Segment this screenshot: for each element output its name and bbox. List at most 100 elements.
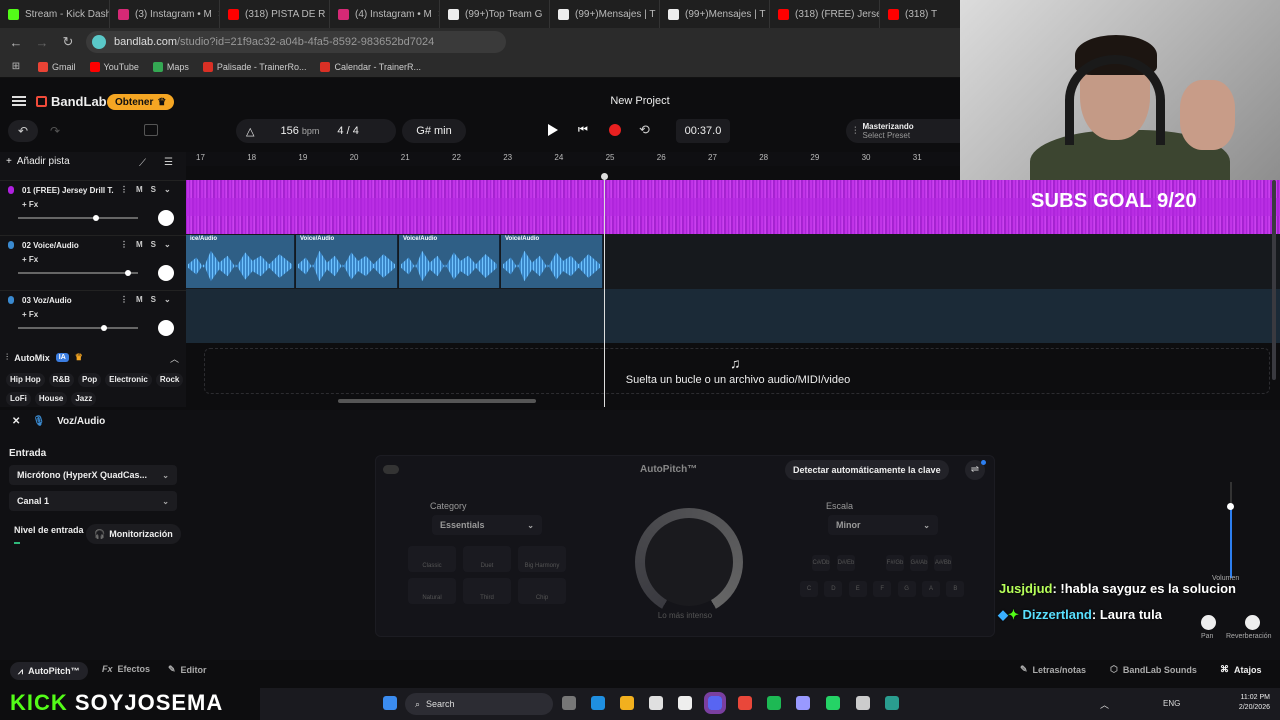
back-icon[interactable]: ← bbox=[8, 35, 24, 50]
browser-tab[interactable]: Stream - Kick Dash× bbox=[0, 0, 110, 28]
key-selector[interactable]: G# min bbox=[402, 119, 466, 143]
tab-lyrics[interactable]: ✎ Letras/notas bbox=[1020, 664, 1086, 675]
genre-chip[interactable]: Electronic bbox=[105, 373, 152, 387]
project-title[interactable]: New Project bbox=[560, 95, 720, 107]
chrome-icon[interactable] bbox=[738, 696, 752, 710]
track-header[interactable]: 02 Voice/Audio + Fx ⋮ M S ⌄ bbox=[0, 235, 186, 290]
genre-chip[interactable]: Hip Hop bbox=[6, 373, 45, 387]
genre-chip[interactable]: Jazz bbox=[71, 392, 97, 406]
browser-tab[interactable]: (99+)Top Team G× bbox=[440, 0, 550, 28]
tempo-signature-box[interactable]: △ 156 bpm 4 / 4 bbox=[236, 119, 396, 143]
mic-select[interactable]: Micrófono (HyperX QuadCas... ⌄ bbox=[9, 465, 177, 485]
key-button[interactable]: D#/Eb bbox=[837, 555, 855, 571]
bookmark-item[interactable]: YouTube bbox=[89, 61, 139, 72]
key-button[interactable]: F#/Gb bbox=[886, 555, 904, 571]
apps-grid-icon[interactable]: ⊞ bbox=[8, 61, 24, 72]
autopitch-style-button[interactable]: Big Harmony bbox=[518, 546, 566, 572]
key-button[interactable]: G#/Ab bbox=[910, 555, 928, 571]
chevron-down-icon[interactable]: ⌄ bbox=[164, 295, 171, 304]
solo-button[interactable]: S bbox=[151, 240, 156, 249]
chevron-down-icon[interactable]: ⌄ bbox=[164, 185, 171, 194]
tiktok-icon[interactable] bbox=[678, 696, 692, 710]
close-icon[interactable]: ✕ bbox=[12, 416, 20, 427]
url-field[interactable]: bandlab.com/studio?id=21f9ac32-a04b-4fa5… bbox=[86, 31, 506, 53]
vertical-scrollbar[interactable] bbox=[1272, 180, 1276, 380]
reverb-knob[interactable] bbox=[1245, 615, 1260, 630]
tab-shortcuts[interactable]: ⌘ Atajos bbox=[1220, 664, 1262, 675]
browser-tab[interactable]: (318) (FREE) Jerse× bbox=[770, 0, 880, 28]
track-name[interactable]: 02 Voice/Audio bbox=[22, 241, 114, 250]
language-indicator[interactable]: ENG bbox=[1163, 699, 1180, 708]
track-pan-knob[interactable] bbox=[158, 210, 174, 226]
track-name[interactable]: 01 (FREE) Jersey Drill T... bbox=[22, 186, 114, 195]
track-volume-thumb[interactable] bbox=[93, 215, 99, 221]
whatsapp-icon[interactable] bbox=[826, 696, 840, 710]
key-button[interactable]: A#/Bb bbox=[934, 555, 952, 571]
solo-button[interactable]: S bbox=[151, 185, 156, 194]
mute-button[interactable]: M bbox=[136, 295, 143, 304]
bookmark-item[interactable]: Maps bbox=[152, 61, 189, 72]
track-volume-thumb[interactable] bbox=[101, 325, 108, 331]
wand-icon[interactable]: ⟋ bbox=[139, 158, 146, 169]
tab-autopitch[interactable]: ⩘ AutoPitch™ bbox=[10, 662, 88, 680]
genre-chip[interactable]: Pop bbox=[78, 373, 102, 387]
add-fx-button[interactable]: + Fx bbox=[22, 200, 38, 209]
tempo-value[interactable]: 156 bbox=[280, 125, 298, 137]
add-track-button[interactable]: + Añadir pista bbox=[6, 156, 70, 167]
redo-button[interactable]: ↷ bbox=[40, 120, 70, 142]
more-options-icon[interactable]: ⋮ bbox=[120, 240, 128, 249]
undo-button[interactable]: ↶ bbox=[8, 120, 38, 142]
scale-select[interactable]: Minor ⌄ bbox=[828, 515, 938, 535]
solo-button[interactable]: S bbox=[151, 295, 156, 304]
chevron-down-icon[interactable]: ⌄ bbox=[164, 240, 171, 249]
menu-icon[interactable] bbox=[12, 96, 26, 106]
tab-editor[interactable]: ✎ Editor bbox=[168, 664, 207, 675]
track-volume-thumb[interactable] bbox=[125, 270, 132, 276]
track-settings-icon[interactable]: ☰ bbox=[164, 157, 173, 168]
volume-slider-thumb[interactable] bbox=[1227, 503, 1234, 510]
store-icon[interactable] bbox=[649, 696, 663, 710]
bookmark-item[interactable]: Palisade - TrainerRo... bbox=[202, 61, 306, 72]
more-options-icon[interactable]: ⋮ bbox=[120, 185, 128, 194]
autopitch-style-button[interactable]: Chip bbox=[518, 578, 566, 604]
key-button[interactable]: A bbox=[922, 581, 940, 597]
collapse-automix-icon[interactable]: ︿ bbox=[170, 352, 179, 365]
key-button[interactable]: E bbox=[848, 581, 867, 597]
track-header[interactable]: 03 Voz/Audio + Fx ⋮ M S ⌄ bbox=[0, 290, 186, 345]
time-signature-numerator[interactable]: 4 bbox=[337, 125, 343, 137]
genre-chip[interactable]: Rock bbox=[155, 373, 184, 387]
automix-header[interactable]: ⫶ AutoMix IA ♛ bbox=[6, 352, 83, 363]
timeline-ruler[interactable]: 17 18 19 20 21 22 23 24 25 26 27 28 29 30 31 bbox=[186, 152, 960, 166]
browser-tab[interactable]: (318) T× bbox=[880, 0, 960, 28]
more-options-icon[interactable]: ⋮ bbox=[120, 295, 128, 304]
detect-key-button[interactable]: Detectar automáticamente la clave bbox=[785, 460, 949, 480]
category-select[interactable]: Essentials ⌄ bbox=[432, 515, 542, 535]
windows-start-icon[interactable] bbox=[383, 696, 397, 710]
tab-effects[interactable]: Fx Efectos bbox=[102, 664, 150, 674]
system-clock[interactable]: 11:02 PM 2/20/2026 bbox=[1226, 693, 1270, 713]
piano-icon[interactable] bbox=[144, 124, 158, 136]
key-button[interactable]: G bbox=[897, 581, 916, 597]
site-info-icon[interactable] bbox=[92, 35, 106, 49]
track-volume-slider[interactable] bbox=[18, 325, 138, 331]
bandlab-logo[interactable]: BandLab bbox=[36, 94, 107, 109]
intensity-dial-center[interactable] bbox=[645, 518, 733, 606]
key-button[interactable]: B bbox=[946, 581, 965, 597]
edge-icon[interactable] bbox=[591, 696, 605, 710]
key-button[interactable]: C#/Db bbox=[812, 555, 830, 571]
spotify-icon[interactable] bbox=[767, 696, 781, 710]
play-icon[interactable] bbox=[548, 124, 558, 136]
browser-tab[interactable]: (4) Instagram • M× bbox=[330, 0, 440, 28]
track-name[interactable]: 03 Voz/Audio bbox=[22, 296, 114, 305]
autopitch-style-button[interactable]: Duet bbox=[463, 546, 511, 572]
autopitch-toggle[interactable] bbox=[383, 465, 399, 474]
loop-icon[interactable]: ⟲ bbox=[639, 122, 650, 138]
autopitch-style-button[interactable]: Natural bbox=[408, 578, 456, 604]
mastering-preset[interactable]: ⫶ Masterizando Select Preset bbox=[846, 119, 960, 143]
track-pan-knob[interactable] bbox=[158, 320, 174, 336]
track-volume-slider[interactable] bbox=[18, 215, 138, 221]
tray-chevron-icon[interactable]: ︿ bbox=[1100, 698, 1109, 711]
autopitch-style-button[interactable]: Third bbox=[463, 578, 511, 604]
taskview-icon[interactable] bbox=[562, 696, 576, 710]
audio-clip[interactable]: Voice/Audio bbox=[501, 235, 603, 288]
